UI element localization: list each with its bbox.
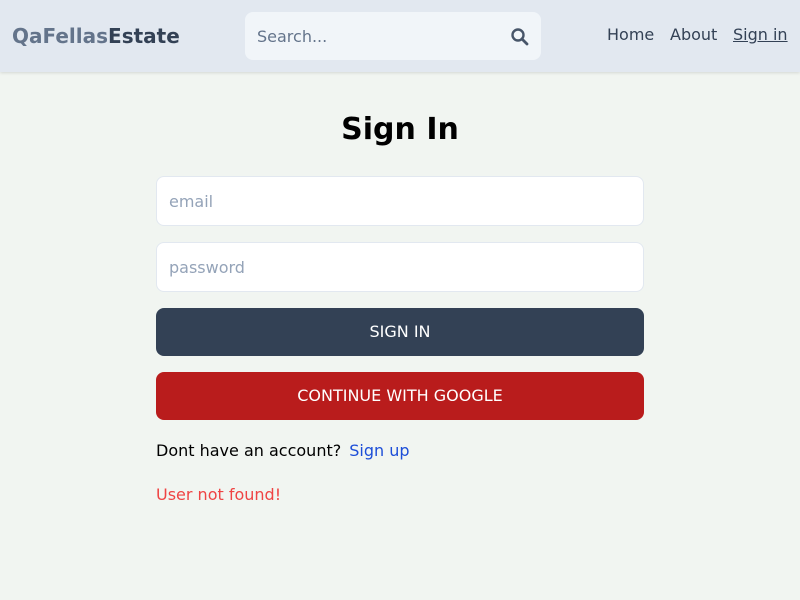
nav-home-link[interactable]: Home <box>607 25 654 45</box>
sign-in-button[interactable]: SIGN IN <box>156 308 644 356</box>
sign-up-link[interactable]: Sign up <box>349 441 409 460</box>
password-field[interactable] <box>156 242 644 292</box>
search-bar <box>245 12 541 60</box>
logo-part-1: QaFellas <box>12 24 109 48</box>
continue-with-google-button[interactable]: CONTINUE WITH GOOGLE <box>156 372 644 420</box>
search-input[interactable] <box>245 12 495 60</box>
nav-about-link[interactable]: About <box>670 25 717 45</box>
nav-sign-in-link[interactable]: Sign in <box>733 25 788 45</box>
page-title: Sign In <box>341 112 459 147</box>
email-field[interactable] <box>156 176 644 226</box>
logo-part-2: Estate <box>108 24 180 48</box>
account-prompt-text: Dont have an account? <box>156 441 342 460</box>
account-prompt-row: Dont have an account? Sign up <box>156 441 410 461</box>
error-message: User not found! <box>156 485 282 504</box>
search-icon[interactable] <box>510 27 530 47</box>
header: QaFellasEstate Home About Sign in <box>0 0 800 72</box>
site-logo[interactable]: QaFellasEstate <box>12 23 180 49</box>
